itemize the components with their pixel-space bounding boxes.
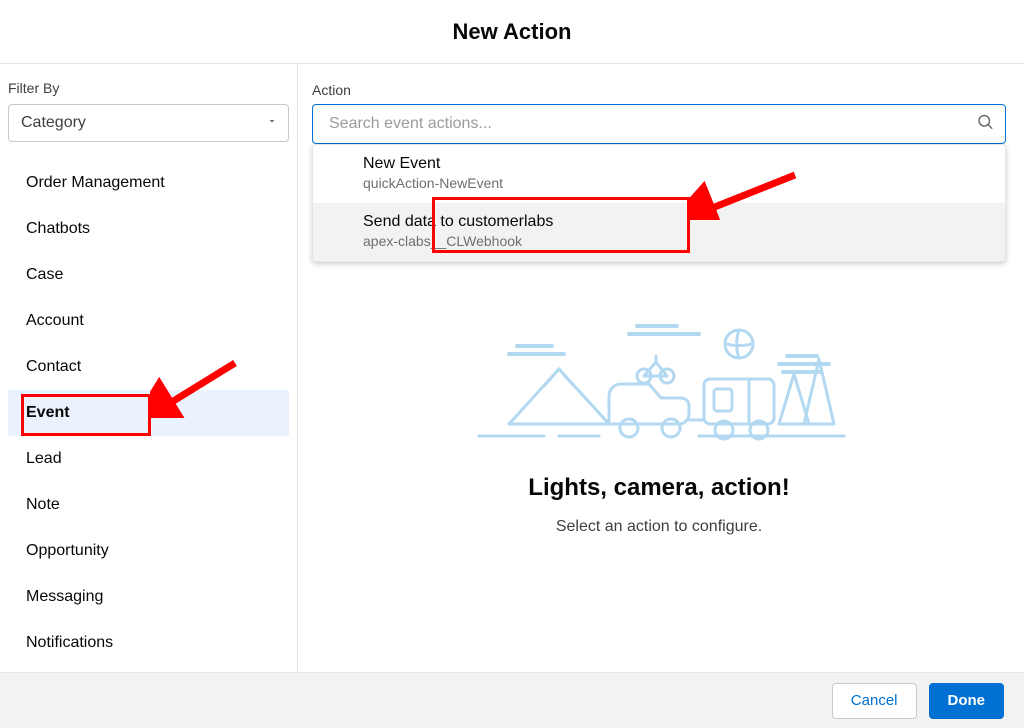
action-dropdown: New Event quickAction-NewEvent Send data t… xyxy=(312,144,1006,262)
empty-state-illustration-icon xyxy=(449,324,869,454)
sidebar-category-label: Event xyxy=(26,404,70,422)
main-panel: Action New Event quickAction-NewEvent Send… xyxy=(298,64,1024,672)
sidebar-category-item[interactable]: Notifications xyxy=(8,620,289,666)
action-dropdown-item-sub: quickAction-NewEvent xyxy=(363,175,955,191)
sidebar-category-label: Case xyxy=(26,266,63,284)
sidebar-category-label: Chatbots xyxy=(26,220,90,238)
sidebar-category-label: Contact xyxy=(26,358,81,376)
action-dropdown-item-sub: apex-clabs__CLWebhook xyxy=(363,233,955,249)
sidebar-category-label: Opportunity xyxy=(26,542,109,560)
category-list: Order Management Chatbots Case Account Conta… xyxy=(8,160,289,666)
sidebar-category-item[interactable]: Note xyxy=(8,482,289,528)
action-field-label: Action xyxy=(312,82,1006,98)
sidebar-category-label: Account xyxy=(26,312,84,330)
sidebar-category-item[interactable]: Lead xyxy=(8,436,289,482)
sidebar-category-item[interactable]: Order Management xyxy=(8,160,289,206)
action-dropdown-item[interactable]: Send data to customerlabs apex-clabs__CLW… xyxy=(313,203,1005,261)
empty-state-subtext: Select an action to configure. xyxy=(556,518,762,536)
modal-title: New Action xyxy=(453,19,572,45)
sidebar-category-item[interactable]: Event xyxy=(8,390,289,436)
action-search-input[interactable] xyxy=(312,104,1006,144)
sidebar-category-label: Note xyxy=(26,496,60,514)
sidebar-category-item[interactable]: Account xyxy=(8,298,289,344)
modal-body: Filter By Category Order Management Chatb… xyxy=(0,64,1024,672)
done-button[interactable]: Done xyxy=(929,683,1005,719)
filter-category-value: Category xyxy=(21,114,86,132)
modal-header: New Action xyxy=(0,0,1024,64)
sidebar-category-label: Messaging xyxy=(26,588,103,606)
sidebar-category-label: Lead xyxy=(26,450,62,468)
filter-category-select[interactable]: Category xyxy=(8,104,289,142)
sidebar: Filter By Category Order Management Chatb… xyxy=(0,64,298,672)
action-dropdown-item-title: New Event xyxy=(363,155,955,173)
sidebar-category-item[interactable]: Case xyxy=(8,252,289,298)
sidebar-category-item[interactable]: Contact xyxy=(8,344,289,390)
sidebar-category-item[interactable]: Chatbots xyxy=(8,206,289,252)
cancel-button[interactable]: Cancel xyxy=(832,683,917,719)
filter-by-label: Filter By xyxy=(8,80,289,96)
sidebar-category-item[interactable]: Messaging xyxy=(8,574,289,620)
empty-state-heading: Lights, camera, action! xyxy=(528,474,789,502)
action-dropdown-item-title: Send data to customerlabs xyxy=(363,213,955,231)
chevron-down-icon xyxy=(266,114,278,132)
sidebar-category-label: Order Management xyxy=(26,174,165,192)
sidebar-category-label: Notifications xyxy=(26,634,113,652)
empty-state: Lights, camera, action! Select an action… xyxy=(312,324,1006,536)
search-icon xyxy=(976,113,994,136)
sidebar-category-item[interactable]: Opportunity xyxy=(8,528,289,574)
action-dropdown-item[interactable]: New Event quickAction-NewEvent xyxy=(313,145,1005,203)
action-search-wrap xyxy=(312,104,1006,144)
modal-footer: Cancel Done xyxy=(0,672,1024,728)
